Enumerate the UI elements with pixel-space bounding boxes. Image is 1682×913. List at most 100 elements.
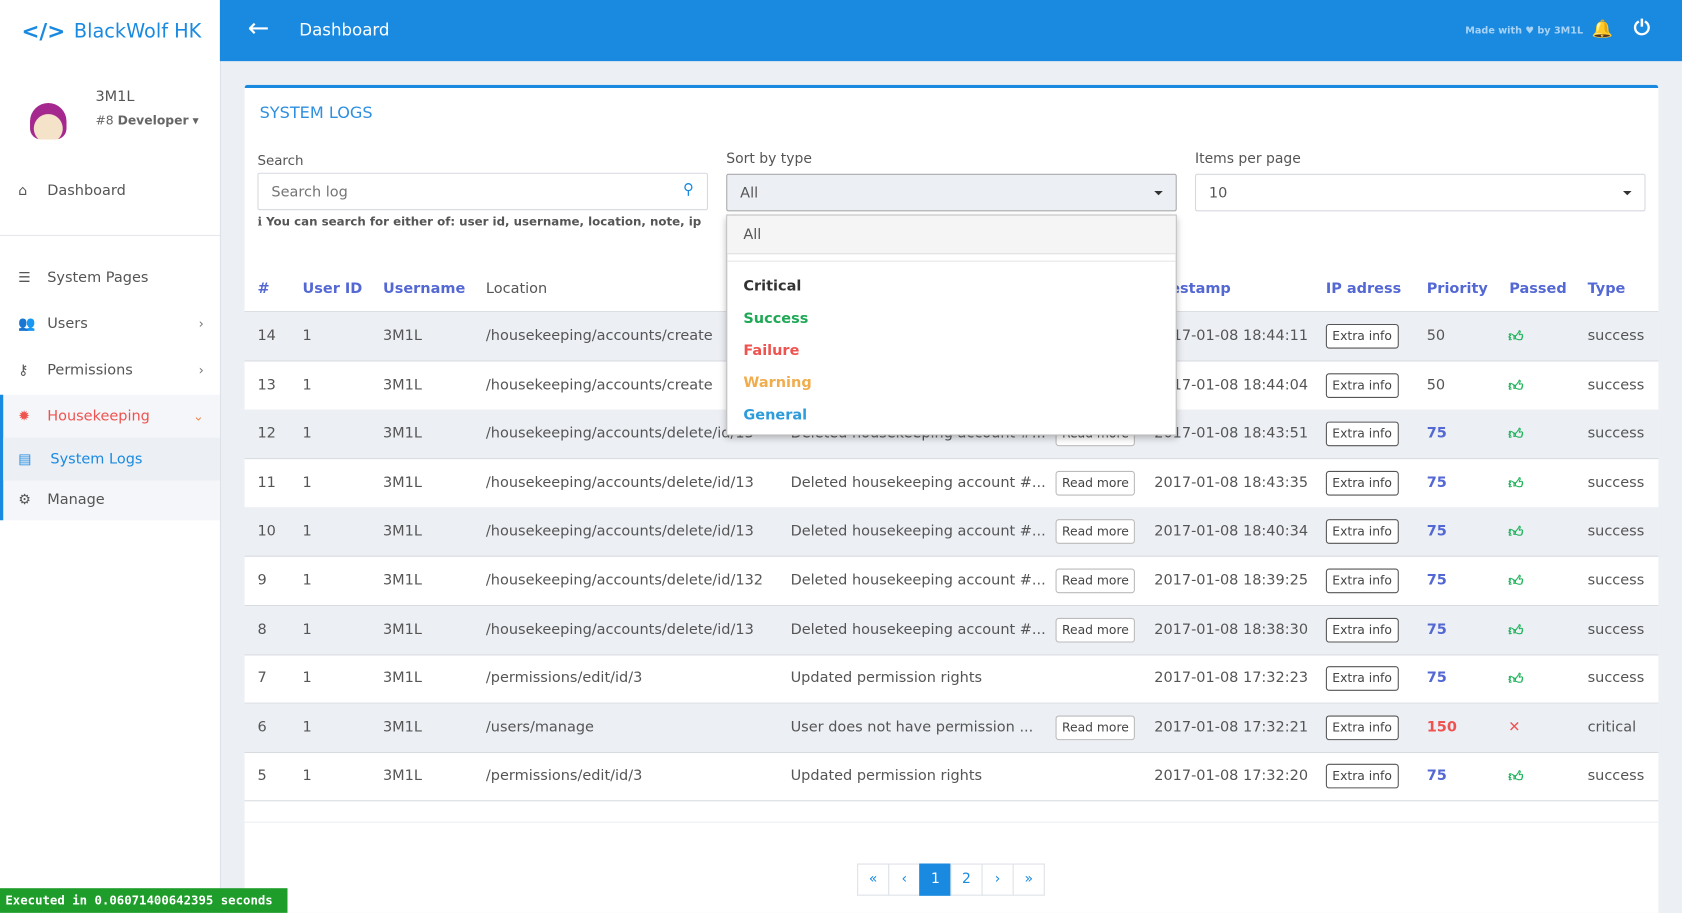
cell-user-id: 1 (302, 571, 312, 589)
per-page-select[interactable]: 10 (1194, 173, 1646, 212)
bell-icon[interactable]: 🔔 (1592, 18, 1613, 38)
cell-username: 3M1L (382, 767, 422, 785)
cell-priority: 75 (1426, 620, 1447, 638)
logo[interactable]: </> BlackWolf HK (21, 18, 201, 44)
col-ip[interactable]: IP adress (1326, 280, 1401, 297)
col-type[interactable]: Type (1588, 280, 1626, 297)
cell-type: success (1587, 669, 1645, 687)
read-more-button[interactable]: Read more (1055, 568, 1136, 594)
read-more-button[interactable]: Read more (1055, 519, 1136, 545)
extra-info-button[interactable]: Extra info (1325, 617, 1399, 643)
col-passed[interactable]: Passed (1509, 280, 1566, 297)
cell-id: 13 (257, 376, 276, 394)
sidebar-item-manage[interactable]: ⚙ Manage (0, 478, 220, 521)
cell-location: /permissions/edit/id/3 (485, 767, 643, 785)
cell-timestamp: 2017-01-08 18:43:35 (1154, 473, 1309, 492)
cell-user-id: 1 (302, 767, 312, 785)
pagination-prev[interactable]: ‹ (888, 863, 921, 896)
app-name: BlackWolf HK (73, 19, 202, 43)
sort-option[interactable]: All (743, 226, 761, 243)
sidebar-item-housekeeping[interactable]: ✹ Housekeeping ⌄ (0, 395, 220, 438)
cell-timestamp: 2017-01-08 18:40:34 (1154, 522, 1309, 540)
sort-select[interactable]: All (726, 173, 1177, 212)
cell-timestamp: 2017-01-08 17:32:23 (1154, 669, 1309, 687)
sort-option[interactable]: Success (743, 310, 808, 327)
pagination-last[interactable]: » (1012, 863, 1045, 896)
cell-user-id: 1 (302, 522, 312, 540)
card-title: SYSTEM LOGS (259, 102, 373, 123)
extra-info-button[interactable]: Extra info (1325, 568, 1399, 594)
sort-option[interactable]: Critical (743, 278, 801, 295)
thumbs-up-icon: 👍︎ (1508, 523, 1524, 542)
cell-note: Deleted housekeeping account #... (790, 620, 1046, 638)
nav-label: Dashboard (47, 182, 126, 200)
extra-info-button[interactable]: Extra info (1325, 519, 1399, 545)
cell-priority: 150 (1426, 718, 1457, 736)
extra-info-button[interactable]: Extra info (1325, 421, 1399, 447)
sidebar-item-users[interactable]: 👥 Users › (0, 303, 220, 346)
col-priority[interactable]: Priority (1427, 280, 1488, 297)
avatar (30, 102, 67, 140)
extra-info-button[interactable]: Extra info (1325, 666, 1399, 692)
col-location[interactable]: Location (486, 280, 547, 297)
pagination-page[interactable]: 2 (950, 863, 983, 896)
cell-type: critical (1587, 718, 1637, 736)
col-username[interactable]: Username (383, 280, 465, 297)
back-arrow-icon[interactable]: ← (248, 13, 270, 43)
read-more-button[interactable]: Read more (1055, 715, 1136, 740)
col-id[interactable]: # (257, 280, 269, 297)
pagination-next[interactable]: › (981, 863, 1014, 896)
pagination-page[interactable]: 1 (919, 863, 952, 896)
chevron-right-icon: › (198, 316, 204, 332)
sort-option[interactable]: Warning (743, 374, 811, 391)
power-icon[interactable]: ⏻ (1634, 16, 1650, 40)
cell-timestamp: 2017-01-08 18:44:04 (1154, 376, 1309, 394)
cell-id: 5 (257, 767, 267, 785)
read-more-button[interactable]: Read more (1055, 470, 1136, 496)
user-role-dropdown[interactable]: #8 Developer ▾ (95, 113, 198, 128)
dropdown-divider (727, 260, 1176, 262)
divider (0, 234, 220, 236)
extra-info-button[interactable]: Extra info (1325, 715, 1399, 740)
nav-label: Permissions (47, 361, 133, 379)
table-row: 10 1 3M1L /housekeeping/accounts/delete/… (244, 507, 1659, 558)
cell-username: 3M1L (382, 620, 422, 638)
cog-icon: ⚙ (18, 491, 31, 508)
cell-type: success (1587, 522, 1645, 540)
caret-down-icon (1622, 190, 1632, 196)
credit-pre: Made with (1465, 25, 1522, 37)
sidebar-item-dashboard[interactable]: ⌂ Dashboard (0, 169, 220, 212)
cell-location: /permissions/edit/id/3 (485, 669, 643, 687)
cell-note: Updated permission rights (790, 767, 983, 785)
cell-location: /housekeeping/accounts/create (485, 327, 713, 345)
sidebar-item-system-pages[interactable]: ☰ System Pages (0, 256, 220, 299)
credit-text: Made with ♥ by 3M1L (1465, 26, 1583, 37)
sidebar-item-permissions[interactable]: ⚷ Permissions › (0, 349, 220, 392)
cell-timestamp: 2017-01-08 17:32:21 (1154, 718, 1309, 736)
cell-username: 3M1L (382, 669, 422, 687)
page-title: Dashboard (299, 20, 390, 40)
read-more-button[interactable]: Read more (1055, 617, 1136, 643)
sort-dropdown-menu: All Critical Success Failure Warning General (726, 214, 1177, 436)
search-icon[interactable]: ⚲ (683, 181, 694, 198)
sort-option[interactable]: Failure (743, 342, 799, 359)
cell-timestamp: 2017-01-08 18:38:30 (1154, 620, 1309, 638)
cell-user-id: 1 (302, 376, 312, 394)
extra-info-button[interactable]: Extra info (1325, 323, 1399, 349)
cell-location: /housekeeping/accounts/delete/id/132 (485, 571, 763, 589)
extra-info-button[interactable]: Extra info (1325, 764, 1399, 789)
extra-info-button[interactable]: Extra info (1325, 372, 1399, 398)
cell-priority: 75 (1426, 767, 1447, 785)
pagination-first[interactable]: « (857, 863, 890, 896)
extra-info-button[interactable]: Extra info (1325, 470, 1399, 496)
sidebar-item-system-logs[interactable]: ▤ System Logs (3, 437, 220, 481)
cell-timestamp: 2017-01-08 18:39:25 (1154, 571, 1309, 589)
col-user-id[interactable]: User ID (303, 280, 363, 297)
search-input[interactable] (271, 182, 669, 201)
cell-note: Updated permission rights (790, 669, 983, 687)
heart-icon: ♥ (1525, 25, 1535, 37)
cell-id: 8 (257, 620, 267, 638)
sort-option[interactable]: General (743, 407, 807, 424)
cell-priority: 75 (1426, 571, 1447, 589)
cell-location: /users/manage (485, 718, 594, 736)
